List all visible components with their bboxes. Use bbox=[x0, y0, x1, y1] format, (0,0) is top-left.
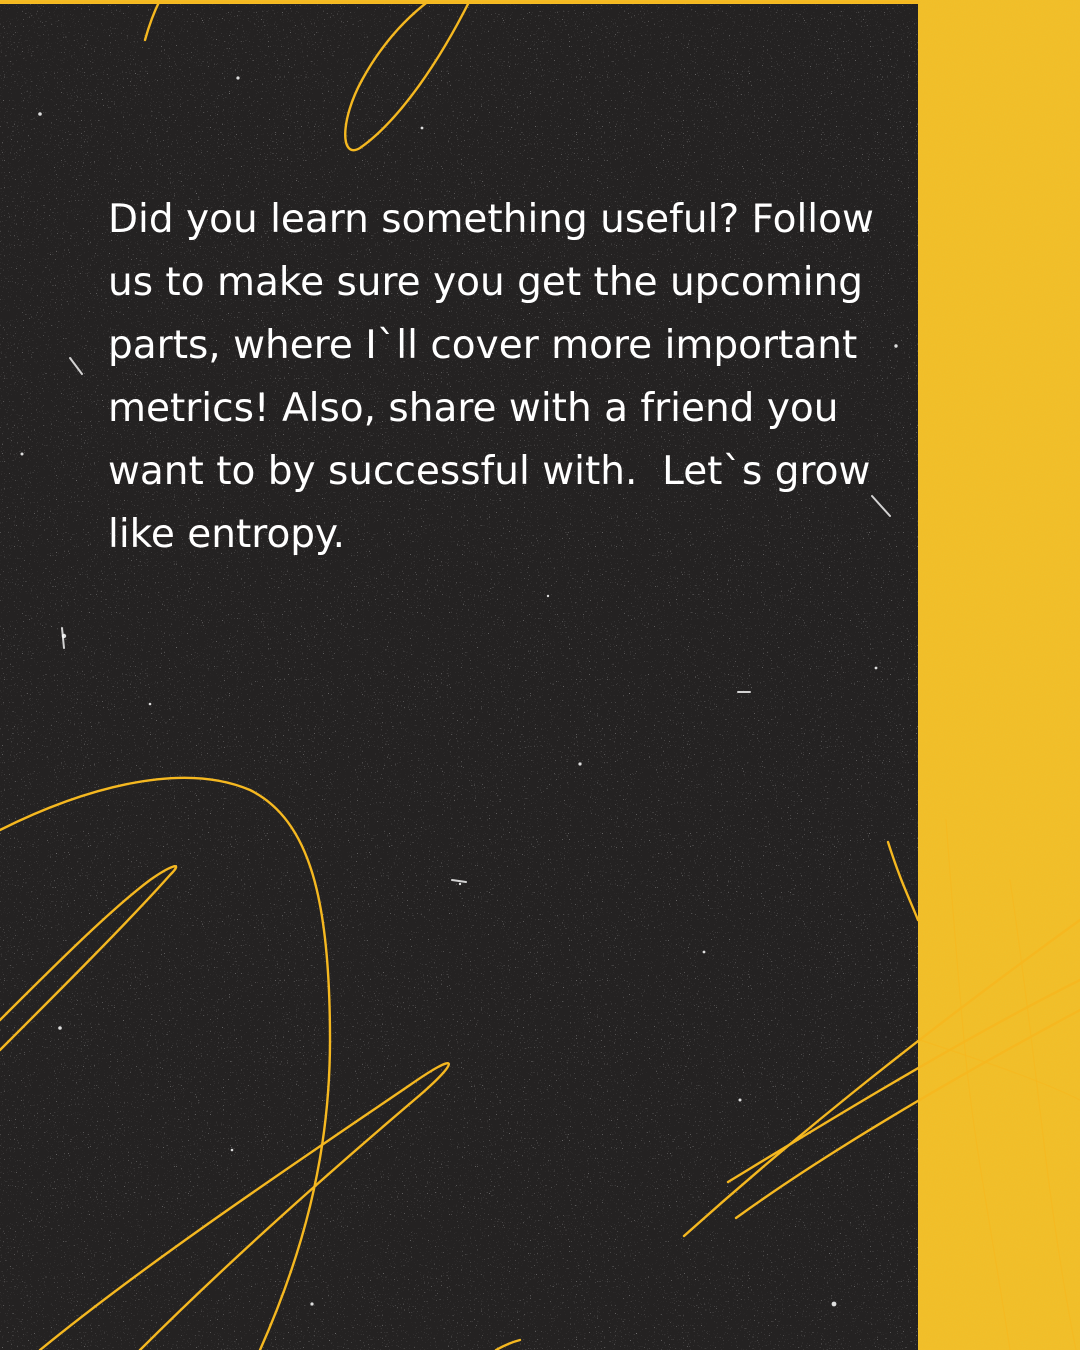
body-text: Did you learn something useful? Follow u… bbox=[108, 197, 874, 557]
slide-canvas: Did you learn something useful? Follow u… bbox=[0, 0, 1080, 1350]
dark-content-panel: Did you learn something useful? Follow u… bbox=[0, 4, 918, 1350]
